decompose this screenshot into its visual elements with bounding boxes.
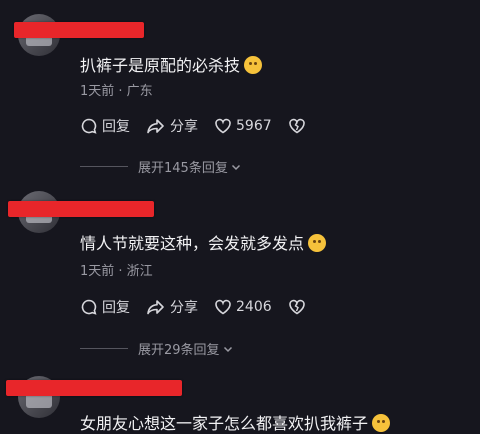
comment-meta: 1天前 · 广东 xyxy=(80,84,153,99)
rofl-emoji-icon xyxy=(372,414,391,432)
like-button[interactable]: 5967 xyxy=(214,117,272,135)
chevron-down-icon xyxy=(231,164,240,170)
reply-button[interactable]: 回复 xyxy=(80,116,130,136)
redacted-username xyxy=(14,22,144,38)
share-arrow-icon xyxy=(147,300,164,315)
broken-heart-icon xyxy=(288,299,305,315)
comment-actions: 回复 分享 2406 xyxy=(80,297,326,317)
chevron-down-icon xyxy=(223,346,232,352)
share-arrow-icon xyxy=(147,119,164,134)
share-label: 分享 xyxy=(170,300,198,316)
comment-text-content: 女朋友心想这一家子怎么都喜欢扒我裤子 xyxy=(80,414,369,433)
like-button[interactable]: 2406 xyxy=(214,298,272,316)
comment-meta: 1天前 · 浙江 xyxy=(80,264,153,279)
divider-line xyxy=(80,348,128,349)
expand-replies-label: 展开29条回复 xyxy=(138,343,220,358)
like-count: 5967 xyxy=(236,118,272,134)
dislike-button[interactable] xyxy=(288,298,310,316)
share-label: 分享 xyxy=(170,119,198,135)
comment-text: 扒裤子是原配的必杀技 xyxy=(80,52,263,76)
reply-bubble-icon xyxy=(81,299,97,315)
expand-replies-label: 展开145条回复 xyxy=(138,161,228,176)
reply-bubble-icon xyxy=(81,118,97,134)
redacted-username xyxy=(6,380,182,396)
share-button[interactable]: 分享 xyxy=(146,297,198,317)
reply-label: 回复 xyxy=(102,300,130,316)
expand-replies[interactable]: 展开145条回复 xyxy=(80,157,242,176)
comment-text-content: 情人节就要这种，会发就多发点 xyxy=(80,234,305,253)
heart-icon xyxy=(215,299,231,315)
comment-actions: 回复 分享 5967 xyxy=(80,116,326,136)
broken-heart-icon xyxy=(288,118,305,134)
redacted-username xyxy=(8,201,154,217)
heart-icon xyxy=(215,118,231,134)
reply-button[interactable]: 回复 xyxy=(80,297,130,317)
like-count: 2406 xyxy=(236,299,272,315)
expand-replies[interactable]: 展开29条回复 xyxy=(80,339,234,358)
reply-label: 回复 xyxy=(102,119,130,135)
smirk-emoji-icon xyxy=(244,56,263,74)
comment-text: 女朋友心想这一家子怎么都喜欢扒我裤子 xyxy=(80,410,391,434)
dislike-button[interactable] xyxy=(288,117,310,135)
comment-text: 情人节就要这种，会发就多发点 xyxy=(80,230,327,254)
divider-line xyxy=(80,166,128,167)
grin-sweat-emoji-icon xyxy=(308,234,327,252)
comment-text-content: 扒裤子是原配的必杀技 xyxy=(80,56,241,75)
share-button[interactable]: 分享 xyxy=(146,116,198,136)
